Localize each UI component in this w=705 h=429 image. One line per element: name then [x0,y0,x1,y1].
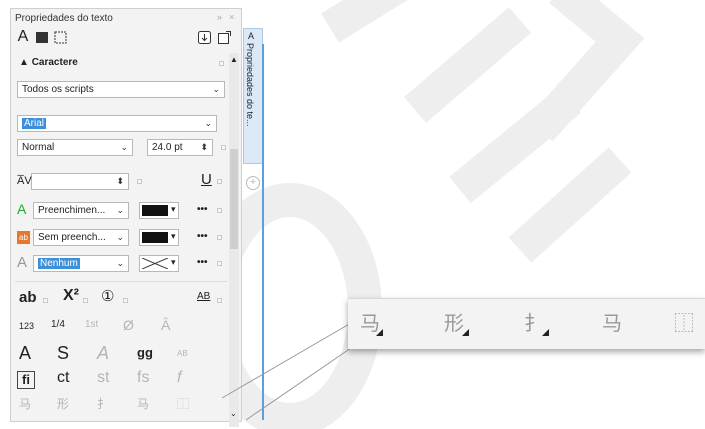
zoom-glyph: ⿰ [674,313,694,335]
zoom-glyph: ⻢ [602,313,622,335]
zoom-glyph: 形 [444,313,464,335]
submenu-corner-icon [376,329,383,336]
callout-lines [221,322,352,421]
zoomed-glyph-strip: ⻢ 形 ⺘ ⻢ ⿰ [348,298,705,349]
submenu-corner-icon [542,329,549,336]
zoom-glyph: ⺘ [524,313,544,335]
submenu-corner-icon [462,329,469,336]
